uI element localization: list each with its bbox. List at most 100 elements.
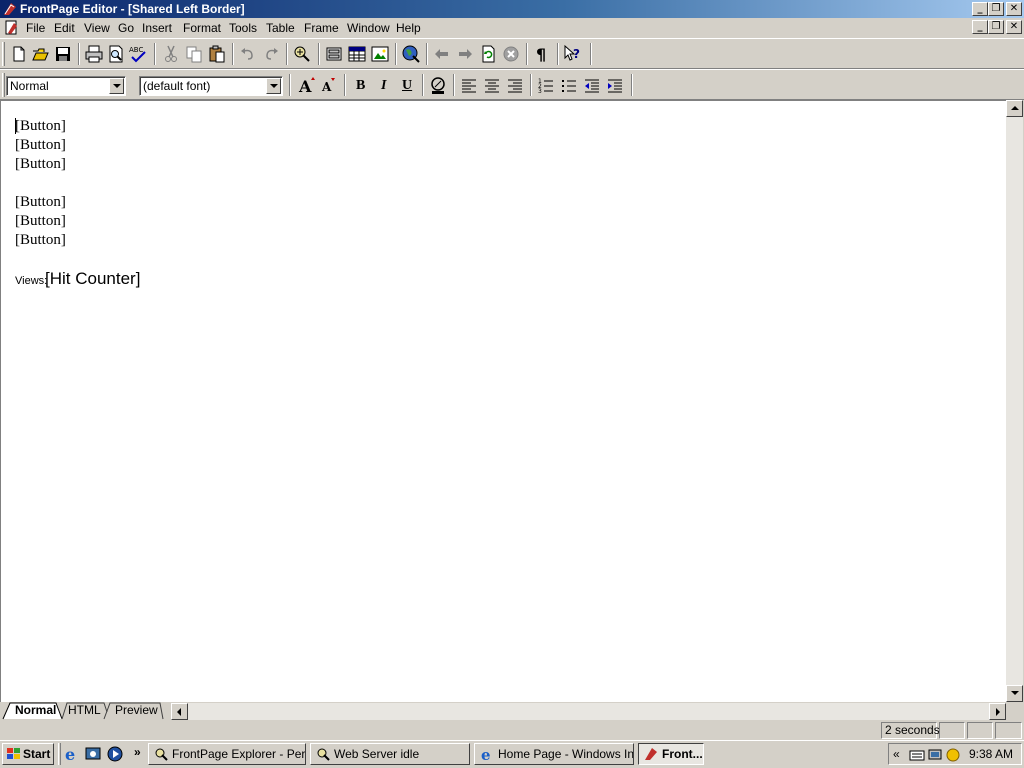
align-left-icon[interactable]	[458, 74, 480, 96]
keyboard-icon[interactable]	[909, 747, 925, 763]
decrease-indent-icon[interactable]	[581, 74, 603, 96]
menu-window[interactable]: Window	[347, 21, 390, 35]
hit-counter-placeholder[interactable]: [Hit Counter]	[45, 269, 140, 289]
quicklaunch-grip[interactable]	[58, 743, 61, 765]
svg-text:?: ?	[573, 47, 580, 61]
nav-button-placeholder[interactable]: [Button]	[15, 156, 66, 173]
print-icon[interactable]	[83, 43, 105, 65]
editor-canvas[interactable]: [Button] [Button] [Button] [Button] [But…	[0, 100, 1006, 702]
bold-icon[interactable]: B	[356, 78, 365, 94]
undo-icon[interactable]	[237, 43, 259, 65]
open-icon[interactable]	[30, 43, 52, 65]
taskbar-item-active[interactable]: Front...	[638, 743, 704, 765]
document-icon[interactable]	[4, 20, 20, 36]
menu-format[interactable]: Format	[183, 21, 221, 35]
stop-icon[interactable]	[500, 43, 522, 65]
doc-close-button[interactable]: ✕	[1006, 20, 1022, 34]
svg-text:ABC: ABC	[129, 46, 143, 54]
minimize-button[interactable]: _	[972, 2, 988, 16]
taskbar-item[interactable]: e Home Page - Windows In...	[474, 743, 634, 765]
clock[interactable]: 9:38 AM	[969, 747, 1013, 761]
font-select-value: (default font)	[143, 79, 211, 93]
underline-icon[interactable]: U	[402, 78, 412, 94]
font-select[interactable]: (default font)	[139, 76, 283, 96]
menu-edit[interactable]: Edit	[54, 21, 75, 35]
internet-explorer-icon[interactable]: e	[63, 745, 81, 763]
back-icon[interactable]	[431, 43, 453, 65]
decrease-text-size-icon[interactable]: A	[318, 74, 340, 96]
style-select[interactable]: Normal	[6, 76, 126, 96]
forward-icon[interactable]	[454, 43, 476, 65]
start-button[interactable]: Start	[2, 743, 54, 765]
chevron-down-icon[interactable]	[266, 78, 281, 94]
taskbar-item[interactable]: FrontPage Explorer - Per...	[148, 743, 306, 765]
close-button[interactable]: ✕	[1006, 2, 1022, 16]
nav-button-placeholder[interactable]: [Button]	[15, 213, 66, 230]
menu-go[interactable]: Go	[118, 21, 134, 35]
copy-icon[interactable]	[183, 43, 205, 65]
italic-icon[interactable]: I	[381, 78, 386, 94]
doc-restore-button[interactable]: ❐	[988, 20, 1004, 34]
text-color-icon[interactable]	[427, 74, 449, 96]
save-icon[interactable]	[52, 43, 74, 65]
increase-text-size-icon[interactable]: A	[296, 74, 318, 96]
chevron-down-icon[interactable]	[109, 78, 124, 94]
status-message	[2, 722, 879, 739]
title-bar[interactable]: FrontPage Editor - [Shared Left Border] …	[0, 0, 1024, 18]
tray-expand-chevron[interactable]: «	[893, 747, 900, 761]
standard-toolbar: ABC ¶ ?	[0, 38, 1024, 69]
redo-icon[interactable]	[260, 43, 282, 65]
menu-help[interactable]: Help	[396, 21, 421, 35]
scroll-up-button[interactable]	[1006, 100, 1023, 117]
spelling-icon[interactable]: ABC	[127, 43, 149, 65]
doc-minimize-button[interactable]: _	[972, 20, 988, 34]
menu-view[interactable]: View	[84, 21, 110, 35]
scroll-right-button[interactable]	[989, 703, 1006, 720]
show-all-icon[interactable]: ¶	[531, 43, 553, 65]
center-icon[interactable]	[481, 74, 503, 96]
nav-button-placeholder[interactable]: [Button]	[15, 137, 66, 154]
tab-preview[interactable]: Preview	[115, 703, 158, 717]
tab-html[interactable]: HTML	[68, 703, 101, 717]
restore-button[interactable]: ❐	[988, 2, 1004, 16]
horizontal-scrollbar[interactable]	[171, 703, 1006, 720]
menu-table[interactable]: Table	[266, 21, 295, 35]
show-desktop-icon[interactable]	[84, 745, 102, 763]
svg-text:¶: ¶	[536, 45, 546, 64]
toolbar-grip[interactable]	[2, 42, 5, 66]
align-right-icon[interactable]	[504, 74, 526, 96]
svg-text:A: A	[321, 80, 332, 94]
tab-normal[interactable]: Normal	[15, 703, 56, 717]
insert-form-field-icon[interactable]	[323, 43, 345, 65]
bulleted-list-icon[interactable]	[558, 74, 580, 96]
numbered-list-icon[interactable]: 123	[535, 74, 557, 96]
menu-frame[interactable]: Frame	[304, 21, 339, 35]
media-player-icon[interactable]	[106, 745, 124, 763]
paste-icon[interactable]	[206, 43, 228, 65]
menu-tools[interactable]: Tools	[229, 21, 257, 35]
vertical-scrollbar[interactable]	[1006, 100, 1023, 702]
create-hyperlink-icon[interactable]	[400, 43, 422, 65]
menu-file[interactable]: File	[26, 21, 45, 35]
print-preview-icon[interactable]	[105, 43, 127, 65]
toolbar-grip[interactable]	[2, 73, 5, 97]
increase-indent-icon[interactable]	[604, 74, 626, 96]
nav-button-placeholder[interactable]: [Button]	[15, 194, 66, 211]
menu-insert[interactable]: Insert	[142, 21, 172, 35]
cut-icon[interactable]	[160, 43, 182, 65]
new-page-icon[interactable]	[8, 43, 30, 65]
insert-webbot-icon[interactable]	[291, 43, 313, 65]
insert-table-icon[interactable]	[346, 43, 368, 65]
insert-image-icon[interactable]	[369, 43, 391, 65]
taskbar-item[interactable]: Web Server idle	[310, 743, 470, 765]
network-icon[interactable]	[927, 747, 943, 763]
volume-icon[interactable]	[945, 747, 961, 763]
help-icon[interactable]: ?	[562, 43, 584, 65]
nav-button-placeholder[interactable]: [Button]	[15, 118, 66, 135]
status-indicator	[939, 722, 965, 739]
scroll-down-button[interactable]	[1006, 685, 1023, 702]
quicklaunch-overflow[interactable]: »	[134, 745, 141, 759]
refresh-icon[interactable]	[477, 43, 499, 65]
scroll-left-button[interactable]	[171, 703, 188, 720]
nav-button-placeholder[interactable]: [Button]	[15, 232, 66, 249]
